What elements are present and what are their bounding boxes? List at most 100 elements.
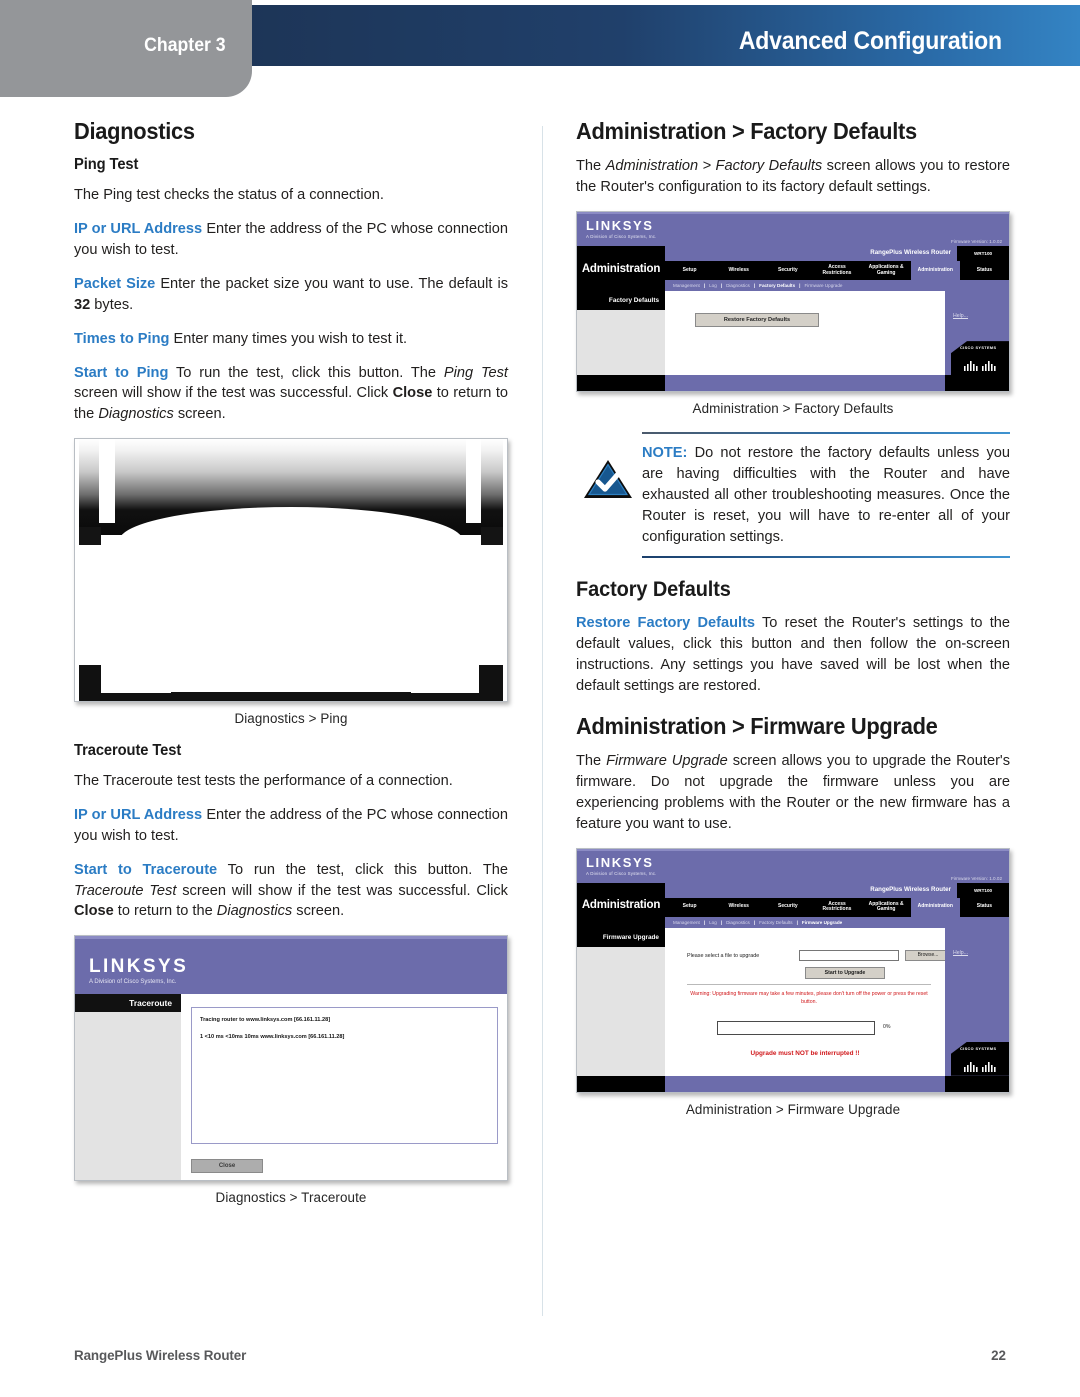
router-tab-bar: Setup Wireless Security Access Restricti…: [665, 897, 1009, 917]
figure-caption-traceroute: Diagnostics > Traceroute: [215, 1190, 367, 1206]
router-tab-applications-gaming[interactable]: Applications & Gaming: [862, 261, 911, 280]
term-traceroute-ip-or-url-address: IP or URL Address: [74, 807, 203, 824]
help-link[interactable]: Help...: [953, 313, 968, 319]
help-link[interactable]: Help...: [953, 950, 968, 956]
ping-start-italic-a: Ping Test: [443, 364, 508, 381]
router-sidebar-label: Firmware Upgrade: [577, 927, 665, 947]
figure-caption-factory-defaults: Administration > Factory Defaults: [692, 401, 894, 417]
cisco-bridge-icon: [964, 1061, 996, 1072]
router-sidebar-label: Factory Defaults: [577, 291, 665, 311]
firmware-warning-text: Warning: Upgrading firmware may take a f…: [690, 990, 928, 1005]
chapter-label: Chapter 3: [144, 35, 226, 56]
admin-factory-defaults-screenshot: LINKSYS A Division of Cisco Systems, Inc…: [576, 211, 1010, 393]
firmware-version-label: Firmware Version: 1.0.02: [950, 239, 1002, 245]
subnav-diagnostics[interactable]: Diagnostics: [726, 283, 750, 288]
router-tab-administration[interactable]: Administration: [910, 261, 960, 281]
router-tab-status[interactable]: Status: [960, 898, 1009, 917]
firmware-progress-bar: [717, 1020, 875, 1035]
firmware-file-input[interactable]: [799, 949, 899, 961]
router-footer-left-block: [577, 1075, 665, 1092]
cisco-bridge-icon: [964, 361, 996, 372]
traceroute-close-button[interactable]: Close: [191, 1159, 263, 1174]
traceroute-window-body: Traceroute Tracing router to www.linksys…: [75, 994, 507, 1181]
firmware-upgrade-intro-paragraph: The Firmware Upgrade screen allows you t…: [576, 751, 1010, 834]
ping-screenshot-artifact: [75, 439, 507, 702]
router-tab-setup[interactable]: Setup: [665, 898, 714, 917]
fd-intro-text-a: The: [576, 158, 606, 175]
ping-artifact-notch-right: [466, 439, 481, 524]
start-to-upgrade-button[interactable]: Start to Upgrade: [805, 966, 885, 979]
ping-artifact-corner-right: [483, 665, 503, 702]
firmware-file-label: Please select a file to upgrade: [687, 952, 760, 959]
router-tab-applications-gaming[interactable]: Applications & Gaming: [862, 898, 911, 917]
term-times-to-ping: Times to Ping: [74, 330, 170, 347]
router-tab-security[interactable]: Security: [763, 898, 812, 917]
traceroute-sidebar: Traceroute: [75, 994, 181, 1181]
subnav-firmware-upgrade[interactable]: Firmware Upgrade: [802, 920, 842, 925]
subnav-factory-defaults[interactable]: Factory Defaults: [759, 920, 792, 925]
router-tab-access-restrictions[interactable]: Access Restrictions: [812, 261, 861, 280]
restore-factory-defaults-button[interactable]: Restore Factory Defaults: [695, 313, 819, 328]
section-heading-diagnostics: Diagnostics: [74, 118, 195, 144]
router-tab-security[interactable]: Security: [763, 261, 812, 280]
figure-diagnostics-traceroute: LINKSYS A Division of Cisco Systems, Inc…: [74, 935, 508, 1205]
router-tab-wireless[interactable]: Wireless: [714, 898, 763, 917]
figure-caption-ping: Diagnostics > Ping: [234, 711, 348, 727]
subnav-separator: |: [720, 283, 723, 289]
diagnostics-ping-screenshot: [74, 438, 508, 703]
ping-start-text-d: screen.: [173, 406, 226, 423]
subnav-firmware-upgrade[interactable]: Firmware Upgrade: [804, 283, 842, 288]
router-subnav-fu: Management | Log | Diagnostics | Factory…: [665, 916, 1009, 928]
linksys-logo: LINKSYS A Division of Cisco Systems, Inc…: [586, 856, 657, 876]
traceroute-start-text-d: screen.: [292, 903, 345, 920]
figure-admin-factory-defaults: LINKSYS A Division of Cisco Systems, Inc…: [576, 211, 1010, 416]
router-nav-fd: Administration RangePlus Wireless Router…: [577, 246, 1009, 292]
ping-packet-text-a: Enter the packet size you want to use. T…: [160, 276, 509, 293]
router-tab-administration[interactable]: Administration: [910, 897, 960, 917]
subnav-separator: |: [799, 283, 801, 289]
page-footer: RangePlus Wireless Router 22: [74, 1348, 1006, 1363]
router-tab-setup[interactable]: Setup: [665, 261, 714, 280]
ping-artifact-corner-left: [79, 665, 99, 702]
fu-intro-text-a: The: [576, 753, 607, 770]
ping-start-text-a: To run the test, click this button. The: [175, 364, 444, 381]
router-footer-fd: [577, 375, 1009, 392]
figure-admin-firmware-upgrade: LINKSYS A Division of Cisco Systems, Inc…: [576, 847, 1010, 1117]
subnav-log[interactable]: Log: [709, 920, 717, 925]
linksys-tagline: A Division of Cisco Systems, Inc.: [586, 870, 657, 876]
router-tab-wireless[interactable]: Wireless: [714, 261, 763, 280]
traceroute-start-italic-a: Traceroute Test: [74, 882, 177, 899]
subnav-factory-defaults[interactable]: Factory Defaults: [759, 283, 795, 288]
traceroute-start-text-a: To run the test, click this button. The: [227, 861, 508, 878]
router-tab-status[interactable]: Status: [960, 261, 1009, 280]
footer-page-number: 22: [991, 1348, 1006, 1363]
router-body-fu: Firmware Upgrade Please select a file to…: [577, 927, 1009, 1076]
subnav-management[interactable]: Management: [673, 920, 700, 925]
figure-diagnostics-ping: Diagnostics > Ping: [74, 438, 508, 726]
router-section-name: Administration: [577, 882, 665, 928]
firmware-progress-percent: 0%: [883, 1023, 891, 1030]
subnav-separator: |: [703, 919, 706, 925]
firmware-divider: [687, 983, 931, 985]
subnav-log[interactable]: Log: [709, 283, 717, 288]
router-tab-bar: Setup Wireless Security Access Restricti…: [665, 261, 1009, 281]
router-tab-access-restrictions[interactable]: Access Restrictions: [812, 898, 861, 917]
router-model-bar: RangePlus Wireless Router WRT100: [665, 246, 1009, 262]
linksys-wordmark: LINKSYS: [586, 854, 654, 870]
subnav-separator: |: [720, 919, 723, 925]
firmware-version-label: Firmware Version: 1.0.02: [950, 875, 1002, 881]
column-divider: [542, 126, 543, 1316]
ping-artifact-mid-right: [481, 527, 503, 546]
ping-start-italic-b: Diagnostics: [98, 406, 174, 423]
router-body-fd: Factory Defaults Restore Factory Default…: [577, 291, 1009, 376]
section-heading-administration-firmware-upgrade: Administration > Firmware Upgrade: [576, 712, 938, 739]
router-nav-fu: Administration RangePlus Wireless Router…: [577, 882, 1009, 928]
router-logo-bar-fu: LINKSYS A Division of Cisco Systems, Inc…: [577, 848, 1009, 883]
subnav-management[interactable]: Management: [673, 283, 700, 288]
left-column: Diagnostics Ping Test The Ping test chec…: [74, 118, 508, 1221]
linksys-wordmark: LINKSYS: [89, 956, 189, 978]
subnav-diagnostics[interactable]: Diagnostics: [726, 920, 750, 925]
router-section-name: Administration: [577, 246, 665, 292]
traceroute-sidebar-label: Traceroute: [75, 994, 181, 1013]
note-body: NOTE: Do not restore the factory default…: [642, 434, 1010, 556]
